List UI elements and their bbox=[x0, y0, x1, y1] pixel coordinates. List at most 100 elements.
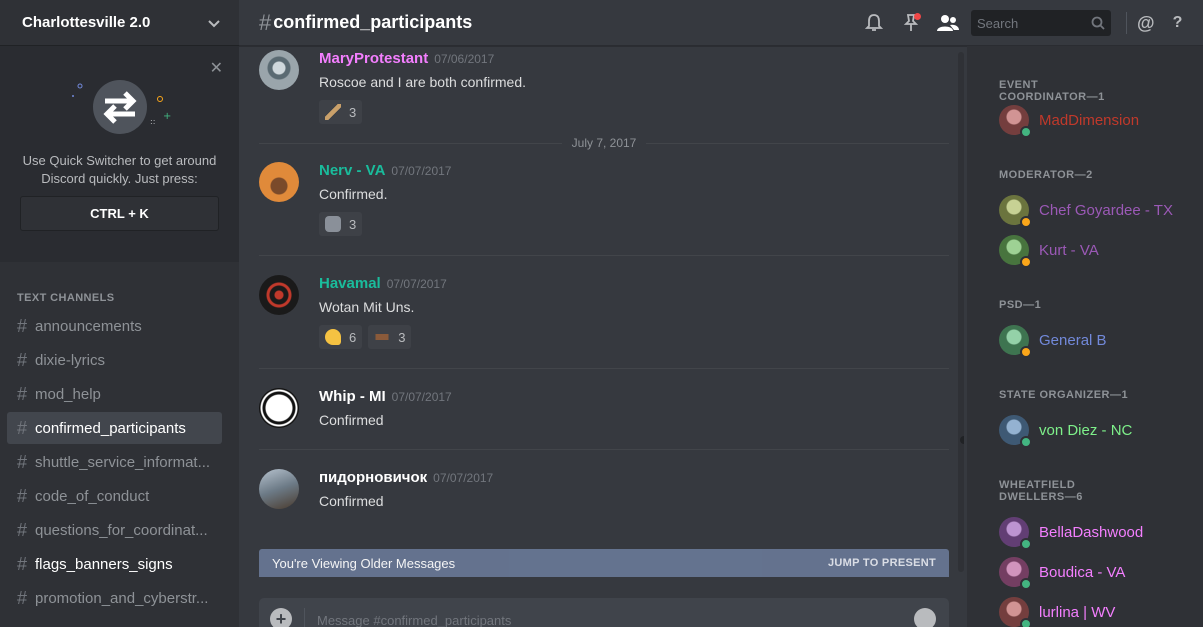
channel-label: flags_banners_signs bbox=[35, 555, 173, 573]
message: Nerv - VA 07/07/2017 Confirmed. 3 bbox=[259, 162, 949, 236]
reaction[interactable]: 3 bbox=[368, 325, 412, 349]
channel-label: promotion_and_cyberstr... bbox=[35, 589, 209, 607]
emoji-picker-icon[interactable] bbox=[914, 608, 936, 627]
reaction[interactable]: 6 bbox=[319, 325, 363, 349]
channels-heading[interactable]: TEXT CHANNELS bbox=[17, 292, 239, 304]
channel-item[interactable]: # dixie-lyrics bbox=[7, 344, 222, 376]
avatar[interactable] bbox=[259, 275, 299, 315]
chat-header: # confirmed_participants Search @ ? bbox=[239, 0, 1203, 46]
knife-icon bbox=[325, 104, 341, 120]
channel-name: confirmed_participants bbox=[273, 12, 473, 32]
jump-to-present-button[interactable]: JUMP TO PRESENT bbox=[828, 557, 936, 569]
shortcut-button[interactable]: CTRL + K bbox=[20, 196, 219, 231]
reaction[interactable]: 3 bbox=[319, 100, 363, 124]
avatar bbox=[999, 105, 1032, 138]
reaction[interactable]: 3 bbox=[319, 212, 363, 236]
member-item[interactable]: Kurt - VA bbox=[999, 234, 1099, 268]
member-name: Boudica - VA bbox=[1039, 563, 1126, 581]
notification-dot bbox=[914, 13, 921, 20]
composer-separator bbox=[304, 608, 305, 627]
message-author[interactable]: Nerv - VA bbox=[319, 162, 385, 179]
older-messages-text: You're Viewing Older Messages bbox=[272, 555, 456, 571]
channel-label: mod_help bbox=[35, 385, 101, 403]
message: MaryProtestant 07/06/2017 Roscoe and I ar… bbox=[259, 50, 949, 124]
scroll-thumb[interactable] bbox=[960, 436, 964, 444]
avatar[interactable] bbox=[259, 469, 299, 509]
channel-item[interactable]: # questions_for_coordinat... bbox=[7, 514, 222, 546]
role-heading: PSD—1 bbox=[999, 299, 1042, 311]
message-input[interactable]: Message #confirmed_participants bbox=[317, 613, 914, 627]
message-timestamp: 07/07/2017 bbox=[433, 471, 494, 485]
channel-item[interactable]: # mod_help bbox=[7, 378, 222, 410]
channel-item[interactable]: # promotion_and_cyberstr... bbox=[7, 582, 222, 614]
wolf-icon bbox=[325, 216, 341, 232]
channel-item[interactable]: # confirmed_participants bbox=[7, 412, 222, 444]
status-indicator bbox=[1020, 578, 1032, 590]
channel-label: code_of_conduct bbox=[35, 487, 150, 505]
chevron-down-icon bbox=[208, 19, 220, 27]
members-icon[interactable] bbox=[937, 12, 959, 34]
channel-item[interactable]: # announcements bbox=[7, 310, 222, 342]
channel-item[interactable]: # flags_banners_signs bbox=[7, 548, 222, 580]
role-heading: EVENT COORDINATOR—1 bbox=[999, 79, 1105, 103]
message-content: Roscoe and I are both confirmed. bbox=[319, 74, 527, 90]
member-list: EVENT COORDINATOR—1 MadDimension MODERATOR… bbox=[967, 46, 1203, 627]
avatar bbox=[999, 235, 1032, 268]
channel-item[interactable]: # shuttle_service_informat... bbox=[7, 446, 222, 478]
message-author[interactable]: пидорновичок bbox=[319, 469, 427, 486]
hash-icon: # bbox=[17, 383, 28, 404]
member-name: Chef Goyardee - TX bbox=[1039, 201, 1173, 219]
upload-plus-icon[interactable]: + bbox=[270, 608, 292, 627]
date-divider: July 7, 2017 bbox=[259, 133, 949, 153]
channel-label: questions_for_coordinat... bbox=[35, 521, 208, 539]
help-icon[interactable]: ? bbox=[1173, 14, 1183, 32]
at-icon[interactable]: @ bbox=[1137, 13, 1155, 34]
member-name: von Diez - NC bbox=[1039, 421, 1133, 439]
channel-label: confirmed_participants bbox=[35, 419, 186, 437]
search-input[interactable]: Search bbox=[971, 10, 1111, 36]
message: пидорновичок 07/07/2017 Confirmed bbox=[259, 469, 949, 509]
member-name: lurlina | WV bbox=[1039, 603, 1116, 621]
older-messages-bar: You're Viewing Older Messages JUMP TO PR… bbox=[259, 549, 949, 577]
svg-text:+: + bbox=[163, 111, 171, 122]
member-item[interactable]: Chef Goyardee - TX bbox=[999, 194, 1173, 228]
server-header[interactable]: Charlottesville 2.0 bbox=[0, 0, 239, 46]
member-item[interactable]: Boudica - VA bbox=[999, 556, 1126, 590]
member-item[interactable]: BellaDashwood bbox=[999, 516, 1144, 550]
svg-text:::: :: bbox=[150, 117, 155, 126]
avatar bbox=[999, 517, 1032, 550]
close-icon[interactable]: ✕ bbox=[210, 58, 223, 78]
reaction-count: 3 bbox=[349, 104, 357, 120]
message: Whip - MI 07/07/2017 Confirmed bbox=[259, 388, 949, 428]
member-item[interactable]: MadDimension bbox=[999, 104, 1139, 138]
avatar[interactable] bbox=[259, 388, 299, 428]
header-toolbar: Search @ ? bbox=[863, 0, 1182, 46]
channel-label: dixie-lyrics bbox=[35, 351, 106, 369]
pin-icon[interactable] bbox=[900, 12, 922, 34]
status-indicator bbox=[1020, 618, 1032, 627]
quick-switcher-illustration: + :: bbox=[65, 74, 175, 140]
message-author[interactable]: MaryProtestant bbox=[319, 50, 428, 67]
member-item[interactable]: von Diez - NC bbox=[999, 414, 1133, 448]
message-divider bbox=[259, 255, 949, 256]
message-author[interactable]: Havamal bbox=[319, 275, 381, 292]
horse-icon bbox=[374, 334, 391, 340]
scrollbar[interactable] bbox=[958, 52, 964, 572]
channel-item[interactable]: # code_of_conduct bbox=[7, 480, 222, 512]
member-item[interactable]: General B bbox=[999, 324, 1107, 358]
avatar bbox=[999, 415, 1032, 448]
message-author[interactable]: Whip - MI bbox=[319, 388, 386, 405]
hash-icon: # bbox=[17, 553, 28, 574]
member-name: BellaDashwood bbox=[1039, 523, 1144, 541]
status-indicator bbox=[1020, 538, 1032, 550]
quick-switcher-text: Use Quick Switcher to get around Discord… bbox=[22, 153, 217, 186]
avatar[interactable] bbox=[259, 50, 299, 90]
bell-icon[interactable] bbox=[863, 12, 885, 34]
reaction-count: 3 bbox=[349, 216, 357, 232]
hash-icon: # bbox=[259, 9, 272, 35]
hash-icon: # bbox=[17, 519, 28, 540]
member-item[interactable]: lurlina | WV bbox=[999, 596, 1115, 627]
avatar[interactable] bbox=[259, 162, 299, 202]
avatar bbox=[999, 557, 1032, 590]
status-indicator bbox=[1020, 436, 1032, 448]
